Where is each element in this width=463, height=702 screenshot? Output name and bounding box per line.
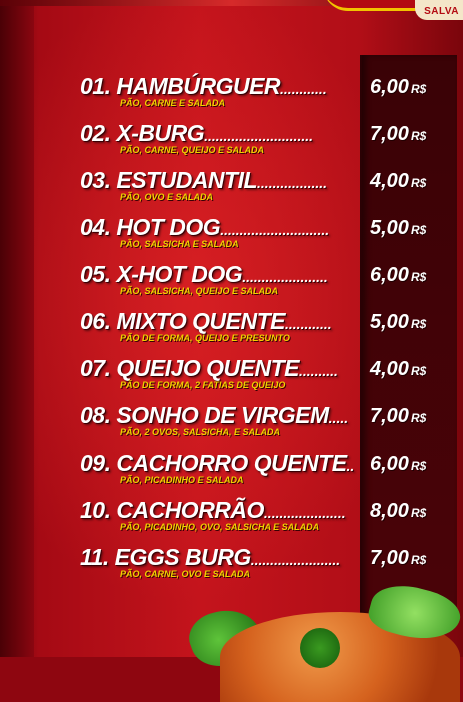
price-currency: R$: [410, 223, 427, 237]
lettuce-middle: [300, 628, 340, 668]
item-dots: .....................: [263, 505, 346, 521]
item-price: 5,00 R$: [370, 215, 450, 243]
item-dots: ..................: [257, 175, 328, 191]
menu-item: 11. EGGS BURG....................... PÃO…: [80, 543, 455, 589]
item-price: 7,00 R$: [370, 545, 450, 573]
price-currency: R$: [410, 553, 427, 567]
menu-item: 05. X-HOT DOG...................... PÃO,…: [80, 260, 455, 306]
price-currency: R$: [410, 506, 427, 520]
price-currency: R$: [410, 411, 427, 425]
item-price: 7,00 R$: [370, 403, 450, 431]
item-name: 03. ESTUDANTIL: [80, 167, 258, 193]
item-description: PÃO, CARNE, OVO E SALADA: [120, 569, 251, 579]
item-description: PÃO, CARNE, QUEIJO E SALADA: [120, 145, 265, 155]
item-price: 6,00 R$: [370, 262, 450, 290]
price-value: 4,00: [370, 170, 409, 192]
price-currency: R$: [410, 317, 427, 331]
menu-item: 03. ESTUDANTIL.................. PÃO, OV…: [80, 166, 455, 212]
price-currency: R$: [410, 82, 427, 96]
item-description: PÃO, 2 OVOS, SALSICHA, E SALADA: [120, 427, 281, 437]
price-currency: R$: [410, 270, 427, 284]
price-value: 4,00: [370, 358, 409, 380]
item-dots: ............: [280, 81, 327, 97]
menu-item: 04. HOT DOG............................ …: [80, 213, 455, 259]
item-dots: ............................: [220, 222, 330, 238]
price-value: 6,00: [370, 76, 409, 98]
price-value: 6,00: [370, 453, 409, 475]
item-name: 08. SONHO DE VIRGEM: [80, 402, 329, 428]
item-dots: ............: [285, 316, 332, 332]
item-description: PÃO, CARNE E SALADA: [120, 98, 226, 108]
item-name: 07. QUEIJO QUENTE: [80, 355, 300, 381]
price-currency: R$: [410, 459, 427, 473]
item-description: PÃO, PICADINHO E SALADA: [120, 475, 244, 485]
item-name: 01. HAMBÚRGUER: [80, 73, 281, 99]
price-value: 7,00: [370, 405, 409, 427]
menu-item: 10. CACHORRÃO..................... PÃO, …: [80, 496, 455, 542]
item-price: 6,00 R$: [370, 74, 450, 102]
price-value: 7,00: [370, 547, 409, 569]
menu-item: 09. CACHORRO QUENTE.. PÃO, PICADINHO E S…: [80, 449, 455, 495]
item-price: 4,00 R$: [370, 168, 450, 196]
price-value: 5,00: [370, 217, 409, 239]
item-dots: ..........: [299, 363, 338, 379]
item-price: 6,00 R$: [370, 451, 450, 479]
item-description: PÃO, SALSICHA E SALADA: [120, 239, 239, 249]
item-description: PÃO, SALSICHA, QUEIJO E SALADA: [120, 286, 279, 296]
item-description: PÃO, PICADINHO, OVO, SALSICHA E SALADA: [120, 522, 320, 532]
item-price: 8,00 R$: [370, 498, 450, 526]
left-curtain-strip: [0, 0, 34, 657]
item-name: 06. MIXTO QUENTE: [80, 308, 286, 334]
price-value: 6,00: [370, 264, 409, 286]
item-dots: ......................: [242, 269, 328, 285]
logo: SALVA: [323, 0, 463, 22]
price-currency: R$: [410, 129, 427, 143]
item-name: 11. EGGS BURG: [80, 544, 251, 570]
item-dots: .......................: [250, 552, 341, 568]
price-value: 7,00: [370, 123, 409, 145]
item-price: 5,00 R$: [370, 309, 450, 337]
menu-item: 01. HAMBÚRGUER............ PÃO, CARNE E …: [80, 72, 455, 118]
price-value: 5,00: [370, 311, 409, 333]
burger-image: [180, 577, 463, 702]
item-name: 09. CACHORRO QUENTE: [80, 450, 347, 476]
item-name: 04. HOT DOG: [80, 214, 221, 240]
price-currency: R$: [410, 176, 427, 190]
item-dots: ..: [346, 458, 355, 474]
menu-item: 02. X-BURG............................ P…: [80, 119, 455, 165]
item-price: 4,00 R$: [370, 356, 450, 384]
item-description: PÃO, OVO E SALADA: [120, 192, 214, 202]
price-value: 8,00: [370, 500, 409, 522]
item-dots: ............................: [204, 128, 314, 144]
item-name: 05. X-HOT DOG: [80, 261, 243, 287]
item-description: PÃO DE FORMA, QUEIJO E PRESUNTO: [120, 333, 290, 343]
item-name: 10. CACHORRÃO: [80, 497, 264, 523]
item-name: 02. X-BURG: [80, 120, 205, 146]
item-dots: .....: [328, 410, 349, 426]
logo-text: SALVA: [424, 6, 459, 17]
menu-item: 06. MIXTO QUENTE............ PÃO DE FORM…: [80, 307, 455, 353]
item-price: 7,00 R$: [370, 121, 450, 149]
price-currency: R$: [410, 364, 427, 378]
menu-item: 08. SONHO DE VIRGEM..... PÃO, 2 OVOS, SA…: [80, 401, 455, 447]
menu-item: 07. QUEIJO QUENTE.......... PÃO DE FORMA…: [80, 354, 455, 400]
item-description: PÃO DE FORMA, 2 FATIAS DE QUEIJO: [120, 380, 286, 390]
